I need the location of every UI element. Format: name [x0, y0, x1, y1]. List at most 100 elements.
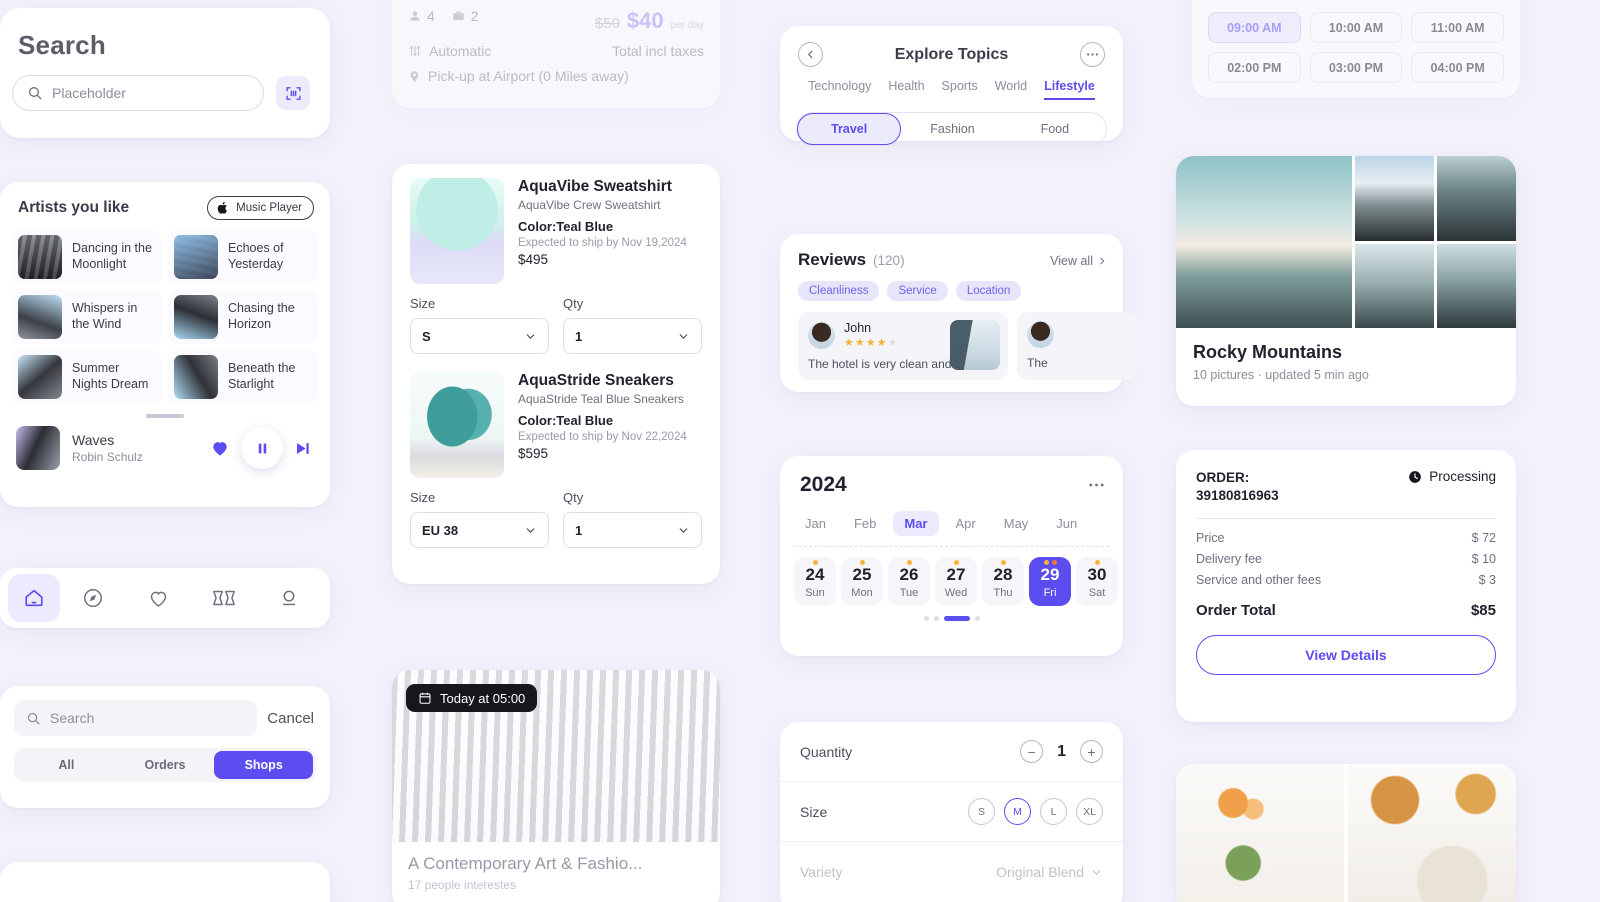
topic-tab-sports[interactable]: Sports: [942, 79, 978, 100]
skip-next-icon[interactable]: [293, 439, 312, 458]
pause-icon[interactable]: [241, 427, 283, 469]
order-card: ORDER: 39180816963 Processing Price $ 72…: [1176, 450, 1516, 722]
nav-item-home[interactable]: [8, 574, 60, 622]
apple-logo-icon: [217, 201, 229, 215]
order-line-label: Delivery fee: [1196, 552, 1262, 567]
back-button[interactable]: [798, 42, 823, 67]
subtab-travel[interactable]: Travel: [797, 113, 902, 145]
month-jan[interactable]: Jan: [794, 511, 837, 536]
calendar-pagination[interactable]: [780, 616, 1123, 621]
nav-item-tickets[interactable]: [191, 574, 257, 622]
qty-select[interactable]: 1: [563, 318, 702, 354]
topic-tab-health[interactable]: Health: [888, 79, 924, 100]
product-subtitle: AquaVibe Crew Sweatshirt: [518, 198, 661, 212]
product-row: AquaStride Sneakers AquaStride Teal Blue…: [392, 354, 720, 478]
tab-shops[interactable]: Shops: [214, 751, 314, 779]
time-slot[interactable]: 11:00 AM: [1411, 12, 1504, 43]
day-cell[interactable]: 30 Sat: [1076, 557, 1118, 606]
car-rental-card: 4 2 $50 $40 per day Automatic Total incl…: [392, 0, 720, 108]
chip-cleanliness[interactable]: Cleanliness: [798, 281, 880, 301]
artist-item[interactable]: Dancing in the Moonlight: [12, 230, 162, 284]
order-total-label: Order Total: [1196, 602, 1276, 620]
subtab-fashion[interactable]: Fashion: [901, 113, 1003, 145]
chip-location[interactable]: Location: [955, 281, 1022, 301]
minus-circle-icon[interactable]: −: [1020, 740, 1044, 763]
album-card[interactable]: Rocky Mountains 10 pictures · updated 5 …: [1176, 156, 1516, 406]
day-cell[interactable]: 28 Thu: [982, 557, 1024, 606]
artist-item[interactable]: Beneath the Starlight: [168, 350, 318, 404]
topic-tab-lifestyle[interactable]: Lifestyle: [1044, 79, 1095, 100]
tab-orders[interactable]: Orders: [116, 751, 215, 779]
tab-all[interactable]: All: [17, 751, 116, 779]
review-item[interactable]: The: [1017, 312, 1137, 380]
size-option-l[interactable]: L: [1040, 798, 1067, 825]
month-apr[interactable]: Apr: [945, 511, 987, 536]
review-text: The: [1027, 356, 1048, 370]
more-horizontal-icon[interactable]: [1088, 482, 1105, 488]
size-select[interactable]: EU 38: [410, 512, 549, 548]
order-total-row: Order Total $85: [1176, 594, 1516, 619]
subtab-food[interactable]: Food: [1004, 113, 1106, 145]
size-select[interactable]: S: [410, 318, 549, 354]
variety-select[interactable]: Original Blend: [996, 864, 1103, 880]
food-photos-card: [1176, 764, 1516, 902]
music-player-button[interactable]: Music Player: [207, 196, 314, 220]
day-cell[interactable]: 24 Sun: [794, 557, 836, 606]
nav-item-explore[interactable]: [60, 574, 126, 622]
time-slot[interactable]: 10:00 AM: [1309, 12, 1403, 43]
view-details-button[interactable]: View Details: [1196, 635, 1496, 676]
topic-tab-world[interactable]: World: [995, 79, 1027, 100]
artist-item[interactable]: Whispers in the Wind: [12, 290, 162, 344]
barcode-scan-icon[interactable]: [276, 76, 310, 110]
reviews-card: Reviews (120) View all Cleanliness Servi…: [780, 234, 1137, 392]
time-slot[interactable]: 04:00 PM: [1411, 52, 1504, 83]
size-option-s[interactable]: S: [968, 798, 995, 825]
artist-item[interactable]: Echoes of Yesterday: [168, 230, 318, 284]
month-jun[interactable]: Jun: [1045, 511, 1088, 536]
month-mar[interactable]: Mar: [893, 511, 939, 536]
day-cell[interactable]: 25 Mon: [841, 557, 883, 606]
search-icon: [26, 711, 41, 726]
product-name: AquaStride Sneakers: [518, 372, 674, 389]
month-may[interactable]: May: [993, 511, 1040, 536]
view-all-link[interactable]: View all: [1050, 254, 1107, 268]
music-player-label: Music Player: [236, 202, 302, 214]
review-item[interactable]: John ★★★★★ The hotel is very clean and t…: [798, 312, 1008, 380]
nav-item-profile[interactable]: [257, 574, 323, 622]
day-weekday: Wed: [944, 587, 968, 599]
product-color: Color:Teal Blue: [518, 219, 614, 234]
event-card[interactable]: Today at 05:00 A Contemporary Art & Fash…: [392, 670, 720, 902]
event-title: A Contemporary Art & Fashio...: [408, 854, 643, 873]
day-cell[interactable]: 27 Wed: [935, 557, 977, 606]
order-line: Price $ 72: [1196, 531, 1496, 545]
day-cell-selected[interactable]: 29 Fri: [1029, 557, 1071, 606]
cancel-button[interactable]: Cancel: [267, 710, 314, 727]
artists-title: Artists you like: [18, 199, 130, 216]
more-button[interactable]: [1079, 42, 1105, 67]
heart-filled-icon[interactable]: [209, 438, 231, 458]
order-line-value: $ 72: [1471, 531, 1496, 546]
size-option-m[interactable]: M: [1004, 798, 1031, 825]
calendar-year: 2024: [800, 473, 847, 496]
day-weekday: Tue: [899, 587, 919, 599]
shop-search-placeholder: Search: [50, 710, 95, 726]
shop-search-input[interactable]: Search: [14, 700, 258, 736]
day-number: 30: [1087, 565, 1107, 584]
nav-item-favorites[interactable]: [126, 574, 192, 622]
chip-service[interactable]: Service: [887, 281, 948, 301]
time-slot[interactable]: 03:00 PM: [1309, 52, 1403, 83]
plus-circle-icon[interactable]: +: [1080, 740, 1103, 763]
size-option-xl[interactable]: XL: [1076, 798, 1103, 825]
artist-item[interactable]: Summer Nights Dream: [12, 350, 162, 404]
topic-tab-technology[interactable]: Technology: [808, 79, 871, 100]
time-slot-selected[interactable]: 09:00 AM: [1208, 12, 1301, 43]
month-feb[interactable]: Feb: [843, 511, 887, 536]
time-slot[interactable]: 02:00 PM: [1208, 52, 1301, 83]
artist-item[interactable]: Chasing the Horizon: [168, 290, 318, 344]
day-cell[interactable]: 26 Tue: [888, 557, 930, 606]
album-title: Rocky Mountains: [1193, 342, 1343, 362]
qty-select[interactable]: 1: [563, 512, 702, 548]
passenger-capacity: 4: [408, 8, 435, 24]
search-input[interactable]: Placeholder: [12, 75, 264, 111]
partial-card-bottom: [0, 862, 330, 902]
